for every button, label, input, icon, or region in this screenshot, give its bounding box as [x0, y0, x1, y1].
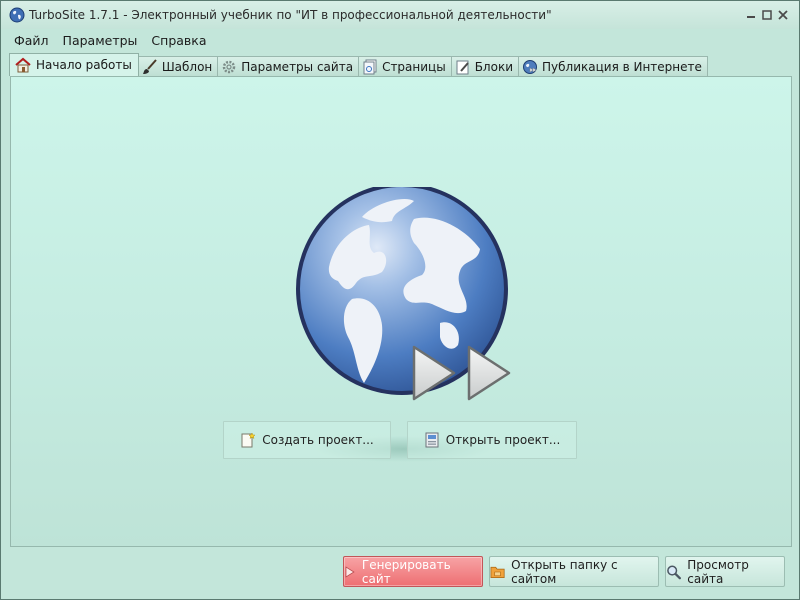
gear-icon — [223, 60, 236, 73]
maximize-icon[interactable] — [761, 9, 773, 20]
title-bar: TurboSite 1.7.1 - Электронный учебник по… — [1, 1, 799, 29]
tab-label: Шаблон — [161, 59, 213, 74]
tab-label: Страницы — [382, 59, 446, 74]
preview-site-label: Просмотр сайта — [687, 557, 749, 586]
magnifier-icon — [667, 565, 681, 579]
brush-icon — [142, 58, 157, 74]
menu-settings[interactable]: Параметры — [56, 31, 145, 50]
folder-icon — [490, 566, 505, 578]
tab-start[interactable]: Начало работы — [9, 53, 139, 76]
generate-site-button[interactable]: Генерировать сайт — [343, 556, 483, 587]
tab-pages[interactable]: Страницы — [358, 56, 452, 76]
start-panel: Создать проект... Открыть проект... — [10, 76, 792, 547]
open-site-folder-button[interactable]: Открыть папку с сайтом — [489, 556, 659, 587]
tab-label: Параметры сайта — [241, 59, 354, 74]
create-project-button[interactable]: Создать проект... — [223, 421, 391, 459]
tab-label: Блоки — [474, 59, 513, 74]
play-icon — [345, 565, 355, 578]
tab-template[interactable]: Шаблон — [137, 56, 219, 76]
menu-file[interactable]: Файл — [7, 31, 56, 50]
tab-site-settings[interactable]: Параметры сайта — [217, 56, 360, 76]
open-site-folder-label: Открыть папку с сайтом — [511, 557, 618, 586]
open-document-icon — [425, 432, 439, 448]
menu-bar: Файл Параметры Справка — [1, 29, 799, 51]
close-icon[interactable] — [777, 9, 789, 20]
create-project-label: Создать проект... — [262, 433, 374, 447]
open-project-button[interactable]: Открыть проект... — [407, 421, 577, 459]
preview-site-button[interactable]: Просмотр сайта — [665, 556, 785, 587]
window-controls — [745, 9, 789, 20]
tab-publish[interactable]: Публикация в Интернете — [518, 56, 708, 76]
generate-site-label: Генерировать сайт — [361, 557, 451, 586]
pages-icon — [363, 59, 377, 74]
app-globe-icon — [9, 7, 25, 23]
tab-label: Начало работы — [36, 58, 132, 72]
open-project-label: Открыть проект... — [445, 433, 561, 447]
home-icon — [15, 57, 31, 73]
menu-help[interactable]: Справка — [144, 31, 213, 50]
tab-blocks[interactable]: Блоки — [450, 56, 519, 76]
tab-label: Публикация в Интернете — [542, 59, 702, 74]
app-window: TurboSite 1.7.1 - Электронный учебник по… — [0, 0, 800, 600]
block-edit-icon — [456, 60, 469, 74]
minimize-icon[interactable] — [745, 9, 757, 20]
tab-bar: Начало работы Шаблон Параметры сайта Стр… — [9, 53, 708, 76]
window-title: TurboSite 1.7.1 - Электронный учебник по… — [29, 8, 552, 22]
new-document-icon — [241, 432, 256, 448]
globe-publish-icon — [523, 59, 537, 74]
